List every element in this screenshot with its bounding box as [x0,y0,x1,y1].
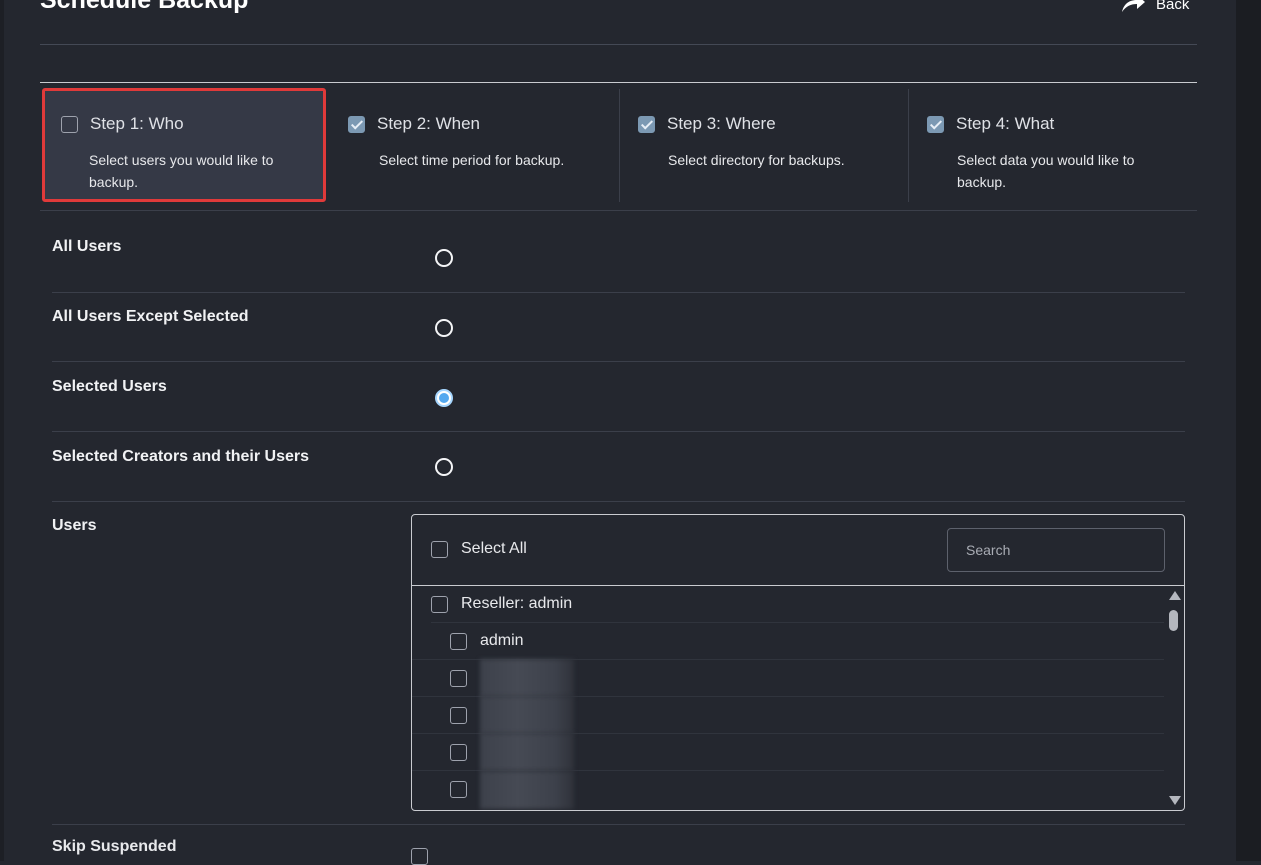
list-item-reseller[interactable]: Reseller: admin [431,586,1164,623]
step-who[interactable]: Step 1: Who Select users you would like … [42,88,326,202]
redacted-name [480,733,574,771]
users-selector-header: Select All [412,515,1184,586]
step-checkbox[interactable] [61,115,78,133]
radio-selected-users[interactable] [435,389,453,407]
list-item-user[interactable] [412,733,1164,771]
page-title: Schedule Backup [40,0,249,14]
users-selector: Select All Reseller: admin admin [411,514,1185,811]
select-all-checkbox[interactable] [431,540,448,558]
scroll-up-icon[interactable] [1169,591,1181,600]
back-arrow-icon [1122,0,1145,12]
left-edge [0,0,4,861]
list-item-user[interactable] [412,770,1164,809]
wizard-steps: Step 1: Who Select users you would like … [40,84,1197,211]
radio-all-users[interactable] [435,249,453,267]
select-all[interactable]: Select All [431,540,527,558]
step-checkbox[interactable] [927,115,944,133]
step-what[interactable]: Step 4: What Select data you would like … [909,88,1197,202]
user-checkbox[interactable] [450,706,467,724]
divider [40,44,1197,45]
select-all-label: Select All [461,540,527,557]
step-desc: Select data you would like to backup. [957,152,1135,190]
skip-suspended-label: Skip Suspended [52,838,177,855]
user-checkbox[interactable] [450,632,467,650]
list-item-user[interactable] [412,696,1164,734]
user-checkbox[interactable] [431,595,448,613]
step-label: Step 2: When [377,114,481,133]
step-label: Step 3: Where [667,114,776,133]
radio-all-users-except-selected[interactable] [435,319,453,337]
option-all-users-except-selected: All Users Except Selected [52,293,1185,362]
step-when[interactable]: Step 2: When Select time period for back… [330,88,620,202]
redacted-name [480,696,574,734]
step-label: Step 4: What [956,114,1055,133]
scroll-thumb[interactable] [1169,610,1178,631]
step-checkbox[interactable] [348,115,365,133]
step-where[interactable]: Step 3: Where Select directory for backu… [620,88,908,202]
option-label: Selected Users [52,378,167,395]
user-checkbox[interactable] [450,669,467,687]
divider [40,82,1197,83]
radio-selected-creators[interactable] [435,458,453,476]
users-list: Reseller: admin admin [412,586,1164,810]
option-all-users: All Users [52,210,1185,293]
right-gutter [1236,0,1261,861]
step-checkbox[interactable] [638,115,655,133]
skip-suspended-checkbox[interactable] [411,848,428,865]
step-desc: Select time period for backup. [379,152,565,168]
users-label: Users [52,517,97,534]
option-label: All Users Except Selected [52,308,249,325]
user-name: Reseller: admin [461,595,573,612]
back-link[interactable]: Back [1120,0,1189,14]
option-selected-users: Selected Users [52,362,1185,432]
redacted-name [480,770,574,809]
users-list-scrollbar[interactable] [1164,586,1184,810]
option-label: All Users [52,238,122,255]
option-label: Selected Creators and their Users [52,448,309,465]
back-label: Back [1156,0,1190,13]
redacted-name [480,659,574,697]
scroll-down-icon[interactable] [1169,796,1181,805]
user-checkbox[interactable] [450,743,467,761]
step-desc: Select directory for backups. [668,152,845,168]
user-checkbox[interactable] [450,781,467,798]
step-label: Step 1: Who [90,114,184,133]
user-name: admin [480,632,524,649]
step-desc: Select users you would like to backup. [89,152,274,190]
option-selected-creators: Selected Creators and their Users [52,432,1185,502]
list-item-user[interactable]: admin [412,623,1164,660]
list-item-user[interactable] [412,659,1164,697]
search-input[interactable] [947,528,1165,572]
